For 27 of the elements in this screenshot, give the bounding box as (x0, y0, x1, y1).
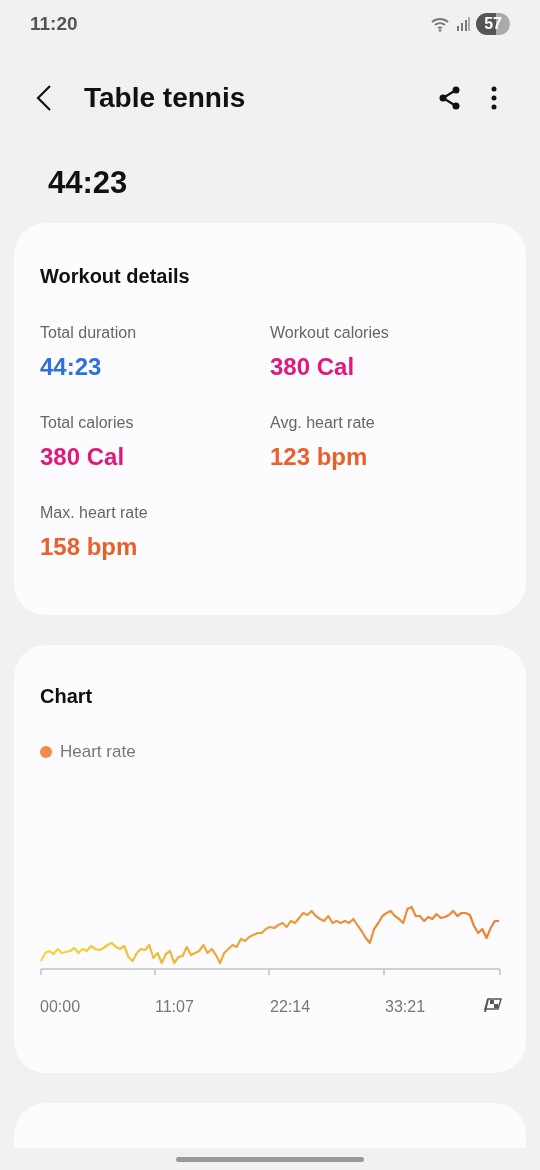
signal-icon (456, 17, 471, 31)
stat-label: Workout calories (270, 323, 390, 343)
axis-label: 33:21 (385, 996, 426, 1017)
share-icon (439, 86, 461, 110)
stat-value: 158 bpm (40, 532, 139, 562)
stat-value: 380 Cal (40, 442, 126, 472)
legend-label: Heart rate (60, 741, 136, 763)
axis-label: 00:00 (40, 996, 81, 1017)
stat-value: 380 Cal (270, 352, 356, 382)
back-icon (36, 84, 52, 112)
card-title: Chart (40, 684, 94, 709)
battery-indicator: 57 (476, 13, 510, 35)
wifi-icon (430, 16, 451, 32)
stat-value: 123 bpm (270, 442, 369, 472)
axis-label: 11:07 (155, 996, 194, 1017)
stat-label: Total duration (40, 323, 138, 343)
card-title: Workout details (40, 264, 191, 289)
status-time: 11:20 (30, 11, 78, 36)
more-icon (491, 86, 497, 110)
workout-duration: 44:23 (48, 163, 128, 202)
axis-label: 22:14 (270, 996, 311, 1017)
finish-flag-icon (484, 996, 502, 1013)
stat-label: Max. heart rate (40, 503, 149, 523)
stat-label: Total calories (40, 413, 135, 433)
stat-label: Avg. heart rate (270, 413, 376, 433)
page-title: Table tennis (84, 81, 247, 115)
stat-value: 44:23 (40, 352, 103, 382)
